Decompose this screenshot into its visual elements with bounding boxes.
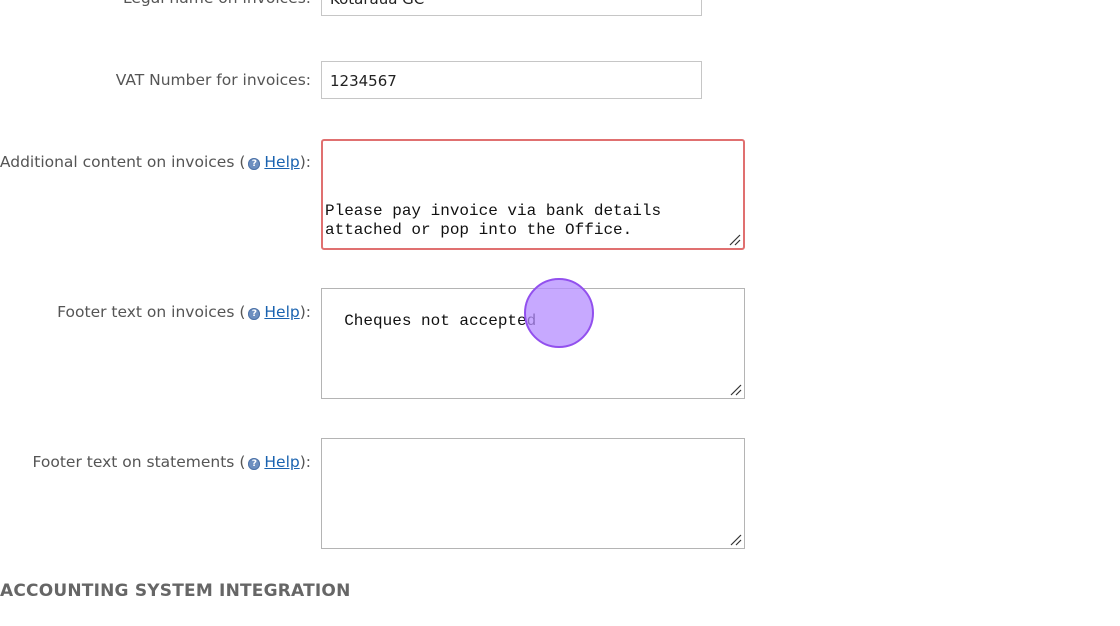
legal-name-input[interactable]: Kotaraua GC xyxy=(321,0,702,16)
vat-number-label: VAT Number for invoices: xyxy=(115,71,311,89)
resize-grip-icon[interactable] xyxy=(727,232,741,246)
additional-content-help-link[interactable]: Help xyxy=(264,153,299,171)
additional-content-value: Please pay invoice via bank details atta… xyxy=(325,201,662,240)
help-icon: ? xyxy=(248,458,261,470)
footer-statements-label-text: Footer text on statements ( xyxy=(32,453,246,471)
click-indicator xyxy=(524,278,594,348)
accounting-integration-heading: ACCOUNTING SYSTEM INTEGRATION xyxy=(0,581,351,601)
footer-invoices-label-suffix: ): xyxy=(299,303,311,321)
footer-invoices-label-text: Footer text on invoices ( xyxy=(57,303,246,321)
footer-statements-label-suffix: ): xyxy=(299,453,311,471)
footer-statements-textarea[interactable] xyxy=(321,438,745,549)
footer-statements-help-link[interactable]: Help xyxy=(264,453,299,471)
footer-invoices-label: Footer text on invoices (? Help): xyxy=(57,302,311,322)
additional-content-label-text: Additional content on invoices ( xyxy=(0,153,246,171)
help-icon: ? xyxy=(248,158,261,170)
resize-grip-icon[interactable] xyxy=(728,382,742,396)
resize-grip-icon[interactable] xyxy=(728,532,742,546)
additional-content-label: Additional content on invoices (? Help): xyxy=(0,152,311,172)
footer-invoices-help-link[interactable]: Help xyxy=(264,303,299,321)
footer-invoices-value: Cheques not accepted xyxy=(344,311,537,330)
legal-name-label: Legal name on invoices: xyxy=(123,0,311,8)
additional-content-label-suffix: ): xyxy=(299,153,311,171)
footer-statements-label: Footer text on statements (? Help): xyxy=(33,452,311,472)
vat-number-input[interactable]: 1234567 xyxy=(321,61,702,99)
help-icon: ? xyxy=(248,308,261,320)
additional-content-textarea[interactable]: Please pay invoice via bank details atta… xyxy=(321,139,745,250)
